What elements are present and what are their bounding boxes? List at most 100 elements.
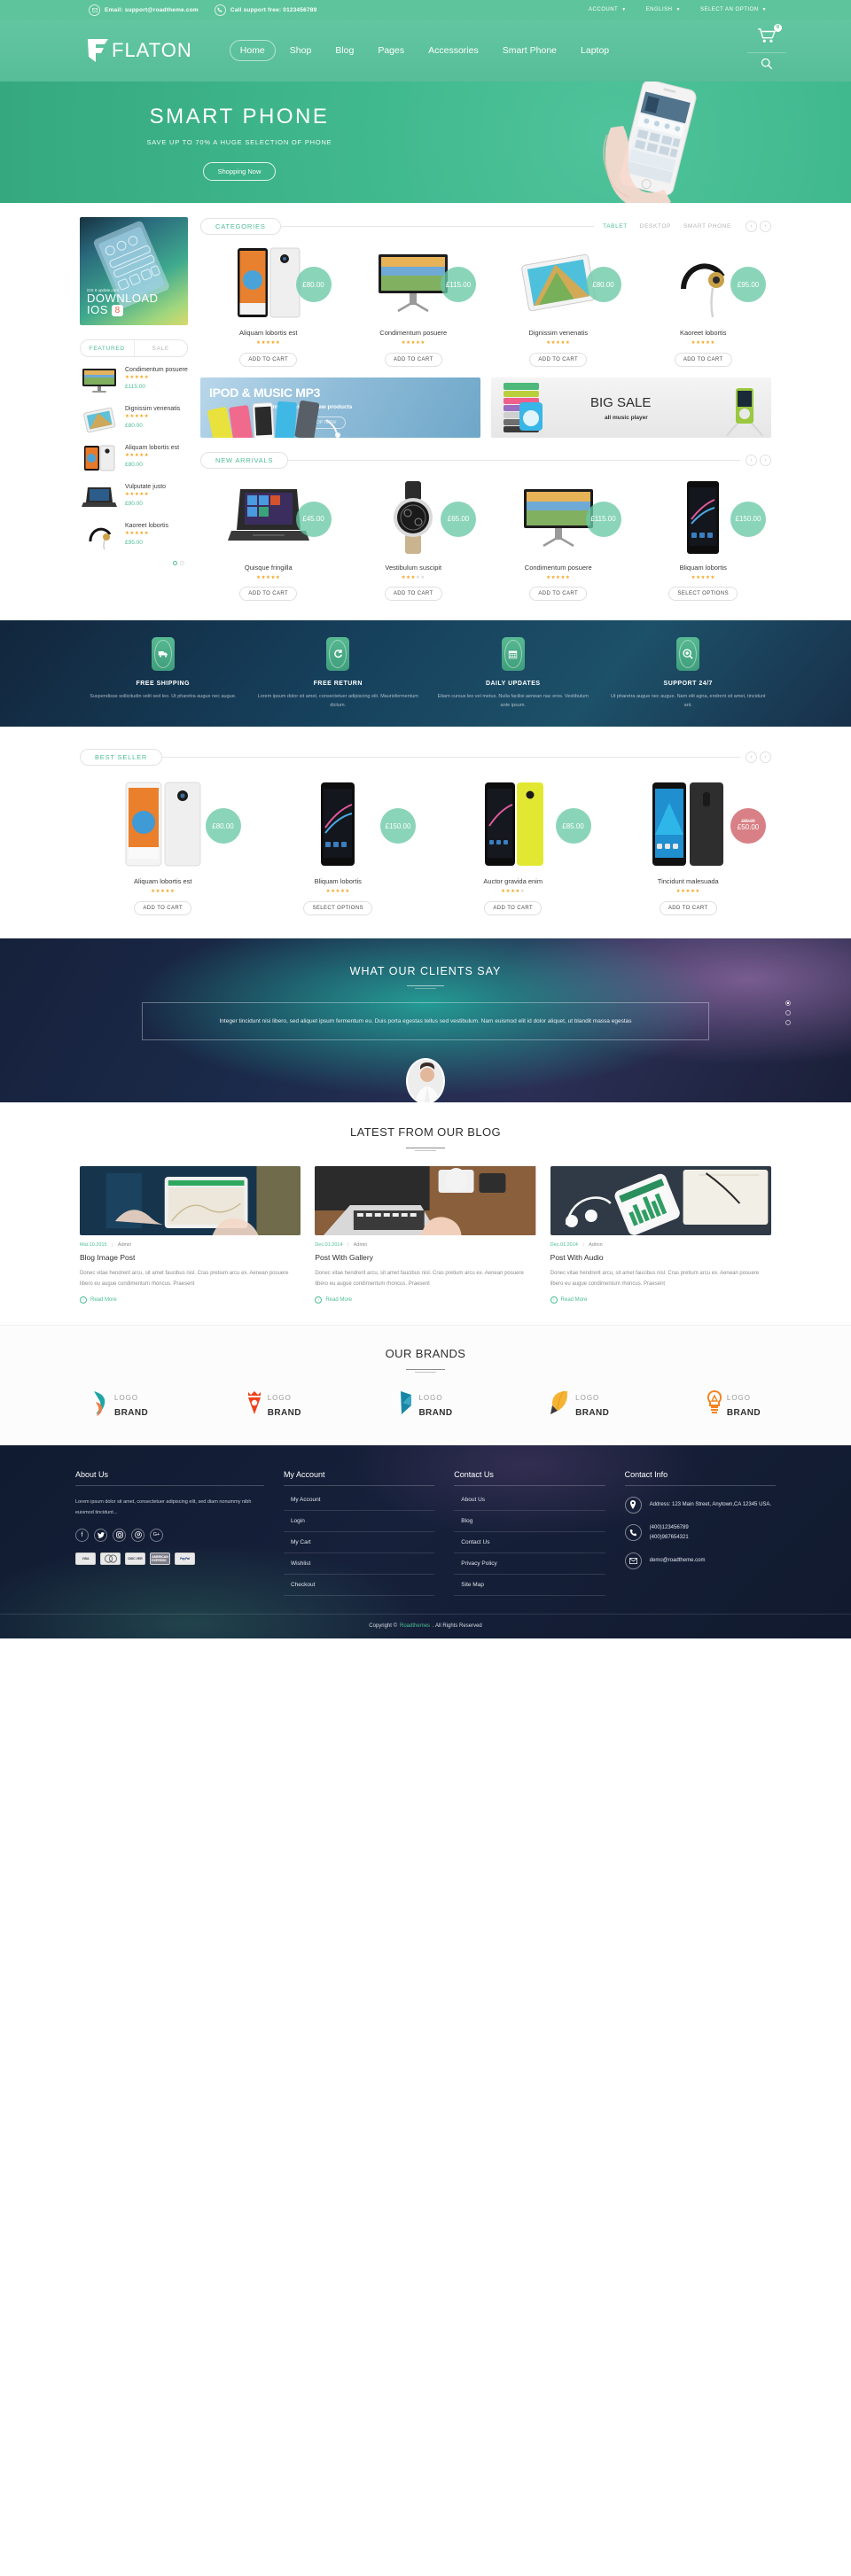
brand-item[interactable]: LOGO BRAND bbox=[90, 1389, 148, 1420]
nav-item-accessories[interactable]: Accessories bbox=[418, 41, 488, 60]
facebook-icon[interactable]: f bbox=[75, 1528, 89, 1542]
product-card[interactable]: £95.00 Kaoreet lobortis ★★★★★ ADD TO CAR… bbox=[636, 244, 772, 367]
add-to-cart-button[interactable]: ADD TO CART bbox=[384, 587, 442, 601]
add-to-cart-button[interactable]: ADD TO CART bbox=[239, 352, 298, 367]
read-more-link[interactable]: › Read More bbox=[80, 1296, 301, 1304]
testimonial-dot[interactable] bbox=[785, 1009, 791, 1016]
add-to-cart-button[interactable]: ADD TO CART bbox=[384, 352, 442, 367]
product-card[interactable]: £45.00 Quisque fringilla ★★★★★ ADD TO CA… bbox=[200, 479, 337, 601]
tab-sale[interactable]: SALE bbox=[133, 340, 188, 356]
product-card[interactable]: £85.00 Auctor gravida enim ★★★★★ ADD TO … bbox=[430, 778, 597, 915]
cart-button[interactable]: 0 bbox=[752, 23, 782, 50]
currency-dropdown[interactable]: SELECT AN OPTION ▼ bbox=[700, 7, 767, 12]
account-dropdown[interactable]: ACCOUNT ▼ bbox=[589, 7, 627, 12]
next-arrow-icon[interactable]: › bbox=[760, 751, 771, 763]
language-dropdown[interactable]: ENGLISH ▼ bbox=[646, 7, 681, 12]
select-options-button[interactable]: SELECT OPTIONS bbox=[303, 900, 372, 915]
product-card[interactable]: £150.00 Bliquam lobortis ★★★★★ SELECT OP… bbox=[636, 479, 772, 601]
list-item[interactable]: Aliquam lobortis est ★★★★★ £80.00 bbox=[80, 444, 188, 472]
add-to-cart-button[interactable]: ADD TO CART bbox=[674, 352, 732, 367]
add-to-cart-button[interactable]: ADD TO CART bbox=[484, 900, 543, 915]
nav-item-shop[interactable]: Shop bbox=[280, 41, 322, 60]
brand-item[interactable]: LOGO BRAND bbox=[398, 1389, 452, 1420]
next-arrow-icon[interactable]: › bbox=[760, 220, 771, 232]
list-item[interactable]: Dignissim venenatis ★★★★★ £80.00 bbox=[80, 405, 188, 433]
product-card[interactable]: £80.00 Dignissim venenatis ★★★★★ ADD TO … bbox=[490, 244, 627, 367]
prev-arrow-icon[interactable]: ‹ bbox=[746, 455, 757, 466]
footer-link-wishlist[interactable]: Wishlist bbox=[283, 1553, 435, 1575]
blog-post-card[interactable]: Mar.10.2015 | Admin Blog Image Post Done… bbox=[80, 1165, 301, 1304]
footer-link-privacy-policy[interactable]: Privacy Policy bbox=[454, 1553, 605, 1575]
add-to-cart-button[interactable]: ADD TO CART bbox=[529, 587, 588, 601]
read-more-link[interactable]: › Read More bbox=[550, 1296, 771, 1304]
list-item[interactable]: Vulputate justo ★★★★★ £90.00 bbox=[80, 483, 188, 511]
twitter-icon[interactable] bbox=[94, 1528, 107, 1542]
product-card[interactable]: £65.00 Vestibulum suscipit ★★★★★ ADD TO … bbox=[346, 479, 482, 601]
sidebar-promo-banner[interactable]: iOS 8 update.com DOWNLOAD IOS 8 bbox=[80, 217, 188, 325]
add-to-cart-button[interactable]: ADD TO CART bbox=[659, 900, 717, 915]
pinterest-icon[interactable] bbox=[131, 1528, 144, 1542]
top-bar-phone[interactable]: Call support free: 0123456789 bbox=[214, 4, 317, 16]
search-button[interactable] bbox=[755, 56, 778, 76]
nav-item-pages[interactable]: Pages bbox=[368, 41, 414, 60]
add-to-cart-button[interactable]: ADD TO CART bbox=[134, 900, 192, 915]
top-bar-email[interactable]: Email: support@roadtheme.com bbox=[89, 4, 199, 16]
list-item[interactable]: Condimentum posuere ★★★★★ £115.00 bbox=[80, 366, 188, 394]
copyright-brand-link[interactable]: Roadthemes bbox=[400, 1623, 430, 1629]
brand-item[interactable]: LOGO BRAND bbox=[707, 1389, 761, 1420]
mastercard-icon bbox=[100, 1552, 121, 1565]
promo-banner-bigsale[interactable]: BIG SALE all music player bbox=[491, 377, 771, 438]
blog-post-meta: Mar.10.2015 | Admin bbox=[80, 1242, 301, 1248]
services-band: FREE SHIPPING Suspendisse sollicitudin v… bbox=[0, 620, 851, 727]
tab-smart-phone[interactable]: SMART PHONE bbox=[683, 223, 731, 230]
brand-item[interactable]: LOGO BRAND bbox=[550, 1389, 609, 1420]
product-card[interactable]: £80.00 Aliquam lobortis est ★★★★★ ADD TO… bbox=[200, 244, 337, 367]
tab-featured[interactable]: FEATURED bbox=[81, 340, 134, 356]
brand-item[interactable]: LOGO BRAND bbox=[246, 1389, 301, 1420]
blog-post-card[interactable]: Dec.01.2014 | Admin Post With Audio Done… bbox=[550, 1165, 771, 1304]
add-to-cart-button[interactable]: ADD TO CART bbox=[529, 352, 588, 367]
footer-link-my-cart[interactable]: My Cart bbox=[283, 1532, 435, 1553]
google-plus-icon[interactable]: G+ bbox=[150, 1528, 163, 1542]
product-card[interactable]: £115.00 Condimentum posuere ★★★★★ ADD TO… bbox=[346, 244, 482, 367]
nav-item-home[interactable]: Home bbox=[229, 40, 276, 61]
shopping-now-button[interactable]: Shopping Now bbox=[202, 162, 277, 181]
tab-tablet[interactable]: TABLET bbox=[603, 223, 628, 230]
read-more-link[interactable]: › Read More bbox=[315, 1296, 535, 1304]
footer-link-about-us[interactable]: About Us bbox=[454, 1490, 605, 1511]
nav-item-blog[interactable]: Blog bbox=[325, 41, 363, 60]
footer-link-checkout[interactable]: Checkout bbox=[283, 1575, 435, 1596]
product-card[interactable]: £80.00 Aliquam lobortis est ★★★★★ ADD TO… bbox=[80, 778, 246, 915]
blog-post-title[interactable]: Blog Image Post bbox=[80, 1253, 301, 1262]
product-card[interactable]: £150.00 Bliquam lobortis ★★★★★ SELECT OP… bbox=[255, 778, 422, 915]
carousel-dot[interactable] bbox=[180, 561, 184, 565]
tab-desktop[interactable]: DESKTOP bbox=[640, 223, 671, 230]
product-card[interactable]: £80.00 £50.00 Tincidunt malesuada ★★★★★ … bbox=[605, 778, 772, 915]
nav-item-smart-phone[interactable]: Smart Phone bbox=[493, 41, 566, 60]
list-item[interactable]: Kaoreet lobortis ★★★★★ £95.00 bbox=[80, 522, 188, 550]
testimonial-dot-active[interactable] bbox=[785, 1000, 791, 1006]
blog-post-title[interactable]: Post With Audio bbox=[550, 1253, 771, 1262]
footer-link-contact-us[interactable]: Contact Us bbox=[454, 1532, 605, 1553]
footer-link-login[interactable]: Login bbox=[283, 1511, 435, 1532]
footer-link-my-account[interactable]: My Account bbox=[283, 1490, 435, 1511]
nav-item-laptop[interactable]: Laptop bbox=[571, 41, 619, 60]
next-arrow-icon[interactable]: › bbox=[760, 455, 771, 466]
blog-post-title[interactable]: Post With Gallery bbox=[315, 1253, 535, 1262]
best-seller-wrap: BEST SELLER ‹ › £80.00 Aliquam lobortis … bbox=[80, 748, 771, 915]
blog-post-card[interactable]: Dec.01.2014 | Admin Post With Gallery Do… bbox=[315, 1165, 536, 1304]
product-card[interactable]: £115.00 Condimentum posuere ★★★★★ ADD TO… bbox=[490, 479, 627, 601]
testimonial-dot[interactable] bbox=[785, 1019, 791, 1025]
footer-link-site-map[interactable]: Site Map bbox=[454, 1575, 605, 1596]
logo[interactable]: FLATON bbox=[85, 37, 192, 64]
contact-email-text[interactable]: demo@roadtheme.com bbox=[650, 1556, 706, 1566]
footer-link-blog[interactable]: Blog bbox=[454, 1511, 605, 1532]
carousel-dot-active[interactable] bbox=[173, 561, 177, 565]
add-to-cart-button[interactable]: ADD TO CART bbox=[239, 587, 298, 601]
select-options-button[interactable]: SELECT OPTIONS bbox=[668, 587, 738, 601]
prev-arrow-icon[interactable]: ‹ bbox=[746, 751, 757, 763]
prev-arrow-icon[interactable]: ‹ bbox=[746, 220, 757, 232]
instagram-icon[interactable] bbox=[113, 1528, 126, 1542]
best-seller-header: BEST SELLER ‹ › bbox=[80, 748, 771, 766]
promo-banner-ipod[interactable]: IPOD & MUSIC MP3 introducing the new pro… bbox=[200, 377, 480, 438]
